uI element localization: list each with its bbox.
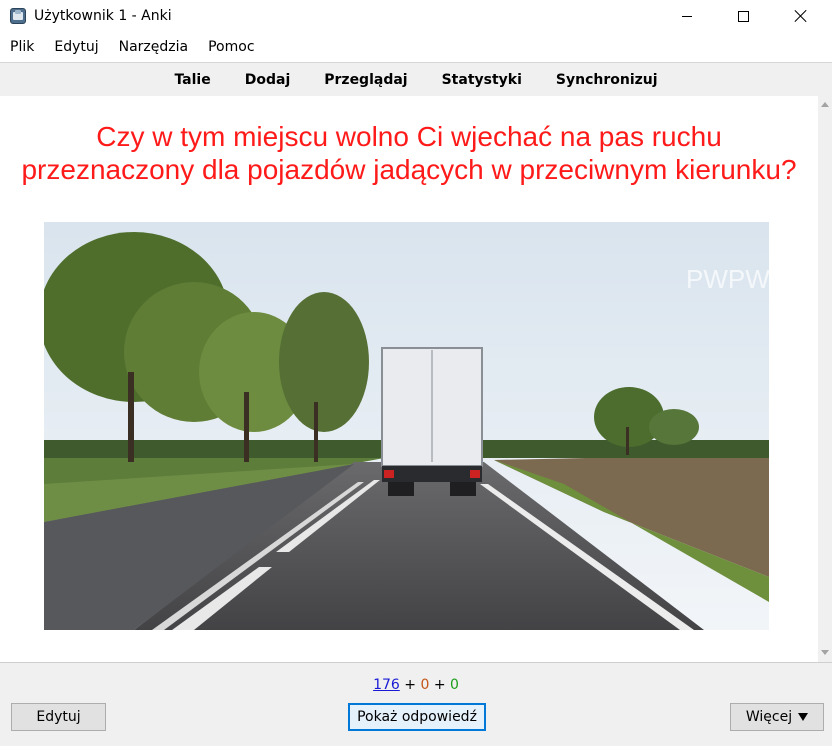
card-view: Czy w tym miejscu wolno Ci wjechać na pa… <box>0 96 818 662</box>
toolbar-sync[interactable]: Synchronizuj <box>556 72 658 88</box>
dropdown-caret-icon <box>798 713 809 721</box>
show-answer-button[interactable]: Pokaż odpowiedź <box>348 703 486 731</box>
road-truck-photo: PWPW <box>44 222 769 630</box>
bottom-bar: 176 + 0 + 0 Edytuj Pokaż odpowiedź Więce… <box>0 662 832 746</box>
edit-button-label: Edytuj <box>36 709 81 725</box>
menu-help[interactable]: Pomoc <box>201 35 261 59</box>
main-toolbar: Talie Dodaj Przeglądaj Statystyki Synchr… <box>0 62 832 96</box>
card-scrollbar[interactable] <box>818 96 832 662</box>
menu-tools[interactable]: Narzędzia <box>112 35 195 59</box>
count-review: 0 <box>450 677 459 693</box>
count-separator: + <box>404 677 416 693</box>
minimize-button[interactable] <box>664 0 710 32</box>
toolbar-add[interactable]: Dodaj <box>245 72 291 88</box>
edit-button[interactable]: Edytuj <box>11 703 106 731</box>
image-watermark: PWPW <box>686 264 769 294</box>
more-button[interactable]: Więcej <box>730 703 824 731</box>
toolbar-decks[interactable]: Talie <box>174 72 210 88</box>
title-bar: Użytkownik 1 - Anki <box>0 0 832 32</box>
scroll-down-arrow-icon[interactable] <box>821 650 829 655</box>
menu-edit[interactable]: Edytuj <box>47 35 105 59</box>
toolbar-browse[interactable]: Przeglądaj <box>324 72 407 88</box>
anki-window: Użytkownik 1 - Anki Plik Edytuj Narzędzi… <box>0 0 832 746</box>
maximize-icon <box>737 10 749 22</box>
minimize-icon <box>682 15 692 17</box>
show-answer-label: Pokaż odpowiedź <box>357 709 477 725</box>
toolbar-stats[interactable]: Statystyki <box>442 72 522 88</box>
menu-file[interactable]: Plik <box>3 35 41 59</box>
card-image: PWPW <box>44 222 769 630</box>
review-counts: 176 + 0 + 0 <box>0 677 832 693</box>
anki-app-icon <box>10 8 26 24</box>
scroll-up-arrow-icon[interactable] <box>821 102 829 107</box>
more-button-label: Więcej <box>745 709 793 725</box>
maximize-button[interactable] <box>720 0 766 32</box>
count-learn: 0 <box>420 677 430 693</box>
count-new[interactable]: 176 <box>373 677 400 693</box>
window-title: Użytkownik 1 - Anki <box>34 8 172 24</box>
close-button[interactable] <box>778 0 824 32</box>
close-icon <box>794 9 808 23</box>
count-separator: + <box>433 677 446 693</box>
card-question: Czy w tym miejscu wolno Ci wjechać na pa… <box>21 121 797 185</box>
menu-bar: Plik Edytuj Narzędzia Pomoc <box>0 32 832 62</box>
